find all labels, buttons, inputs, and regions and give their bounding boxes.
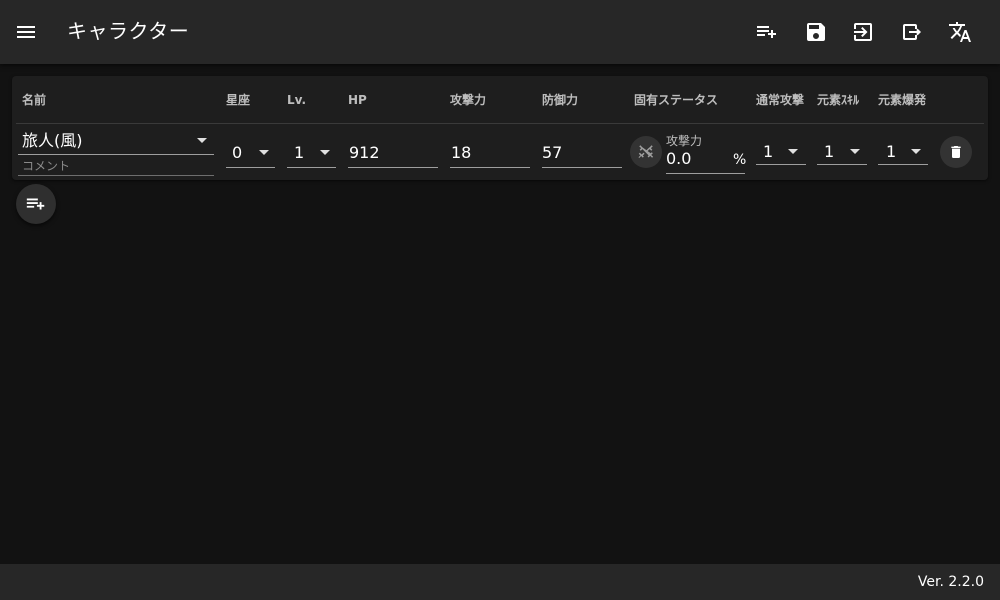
playlist-add-icon[interactable]	[755, 20, 779, 44]
name-underline	[18, 154, 214, 155]
swords-icon	[638, 145, 654, 158]
stat-type-button[interactable]	[630, 136, 662, 168]
app-bar: キャラクター	[0, 0, 1000, 64]
atk-value: 18	[451, 143, 472, 162]
header-divider	[16, 123, 984, 124]
hp-underline	[348, 167, 438, 168]
percent-suffix: %	[733, 152, 747, 168]
character-table: 名前 星座 Lv. HP 攻撃力 防御力 固有ステータス 通常攻撃 元素ｽｷﾙ …	[12, 76, 988, 180]
header-elemental-skill: 元素ｽｷﾙ	[817, 93, 860, 107]
chevron-down-icon	[259, 150, 269, 155]
elemental-skill-value: 1	[824, 142, 835, 161]
header-constellation: 星座	[226, 93, 251, 107]
character-name: 旅人(風)	[22, 131, 83, 150]
normal-attack-value: 1	[763, 142, 774, 161]
footer: Ver. 2.2.0	[0, 564, 1000, 600]
header-level: Lv.	[287, 93, 307, 107]
save-icon[interactable]	[804, 20, 828, 44]
constellation-underline	[226, 167, 275, 168]
import-icon[interactable]	[851, 20, 875, 44]
hp-value: 912	[349, 143, 380, 162]
header-hp: HP	[348, 93, 367, 107]
special-stat-value: 0.0	[666, 149, 692, 168]
page-title: キャラクター	[67, 19, 190, 43]
delete-button[interactable]	[940, 136, 972, 168]
chevron-down-icon	[197, 138, 207, 143]
chevron-down-icon	[788, 149, 798, 154]
header-atk: 攻撃力	[450, 93, 487, 107]
def-value: 57	[542, 143, 563, 162]
playlist-add-icon	[26, 198, 45, 210]
comment-underline	[18, 175, 214, 176]
header-special-stat: 固有ステータス	[634, 93, 719, 107]
chevron-down-icon	[911, 149, 921, 154]
trash-icon	[951, 146, 961, 158]
elemental-burst-underline	[878, 164, 928, 165]
menu-icon[interactable]	[14, 20, 38, 44]
comment-placeholder: コメント	[22, 159, 71, 173]
translate-icon[interactable]	[948, 20, 972, 44]
header-def: 防御力	[542, 93, 579, 107]
chevron-down-icon	[850, 149, 860, 154]
special-stat-label: 攻撃力	[666, 134, 703, 148]
elemental-skill-underline	[817, 164, 867, 165]
def-underline	[542, 167, 622, 168]
header-name: 名前	[22, 93, 47, 107]
header-normal-attack: 通常攻撃	[756, 93, 805, 107]
chevron-down-icon	[320, 150, 330, 155]
version-label: Ver. 2.2.0	[917, 574, 984, 590]
special-stat-underline	[666, 173, 745, 174]
header-elemental-burst: 元素爆発	[878, 93, 927, 107]
elemental-burst-value: 1	[886, 142, 897, 161]
level-underline	[287, 167, 336, 168]
export-icon[interactable]	[900, 20, 924, 44]
add-character-button[interactable]	[16, 184, 56, 224]
level-value: 1	[294, 143, 305, 162]
constellation-value: 0	[232, 143, 243, 162]
atk-underline	[450, 167, 530, 168]
normal-attack-underline	[756, 164, 806, 165]
